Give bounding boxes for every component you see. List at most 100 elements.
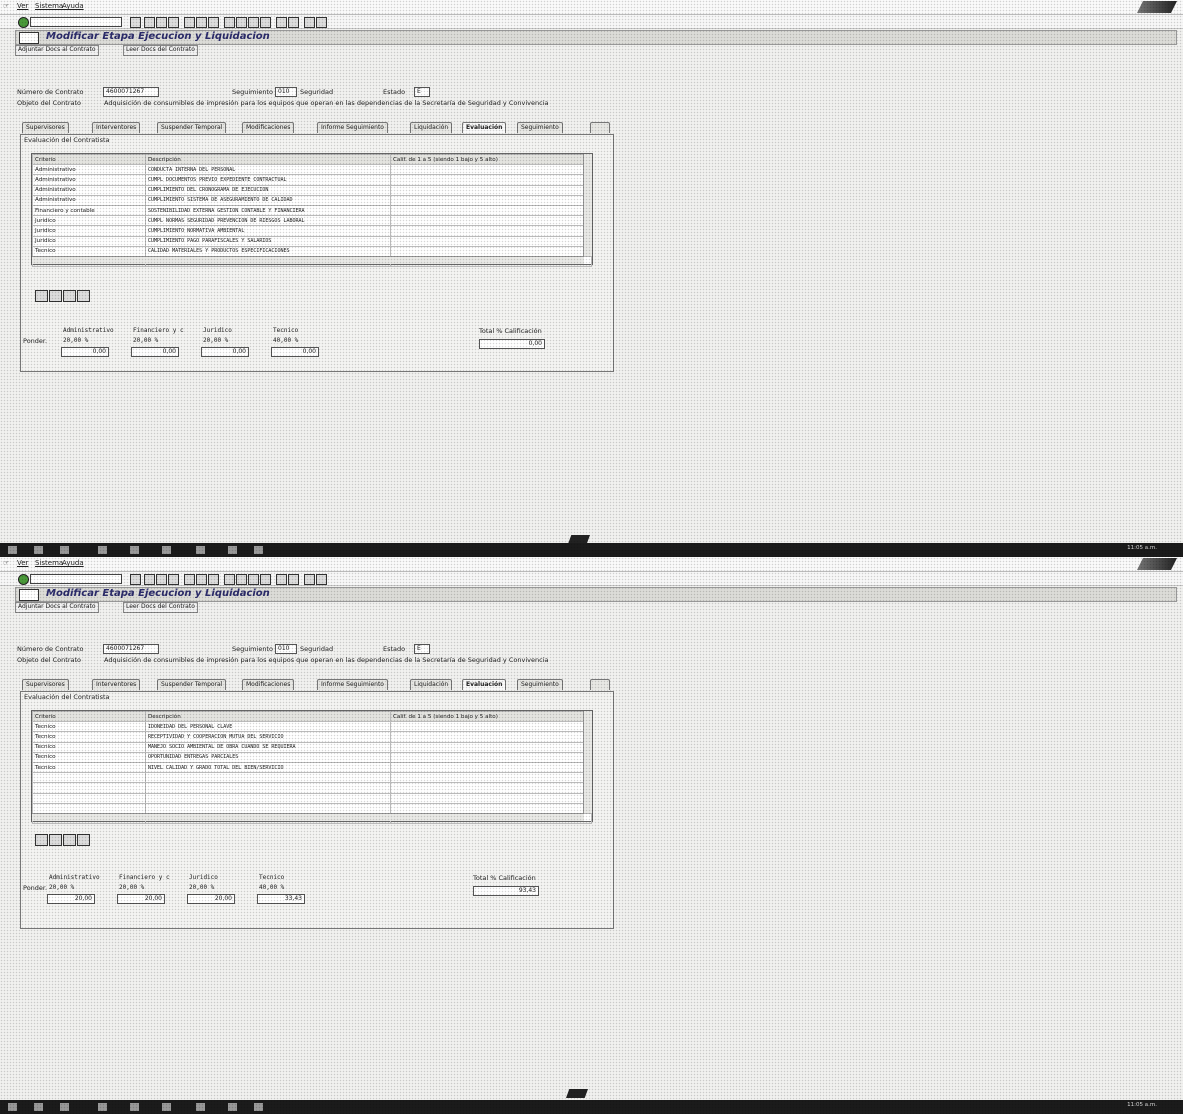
read-docs-button[interactable]: Leer Docs del Contrato (123, 45, 198, 56)
ponder-value-tecnico[interactable]: 0,00 (271, 347, 319, 357)
tab-suspender-temporal[interactable]: Suspender Temporal (157, 679, 227, 690)
cell-calificacion[interactable] (390, 164, 592, 176)
table-row[interactable]: Administrativo CUMPLIMIENTO SISTEMA DE AS… (32, 194, 592, 206)
cancel-icon[interactable] (168, 574, 179, 585)
sap-menu-icon[interactable]: ☞ (3, 2, 9, 10)
table-horizontal-scrollbar[interactable] (32, 256, 584, 264)
table-row[interactable]: Tecnico NIVEL CALIDAD Y GRADO TOTAL DEL B… (32, 761, 592, 774)
prev-page-icon[interactable] (236, 574, 247, 585)
find-icon[interactable] (196, 17, 207, 28)
deselect-all-icon[interactable] (49, 834, 62, 846)
table-row[interactable]: Tecnico RECEPTIVIDAD Y COOPERACION MUTUA … (32, 731, 592, 743)
tab-liquidacion[interactable]: Liquidación (410, 679, 453, 690)
insert-row-icon[interactable] (63, 834, 76, 846)
contract-number-field[interactable]: 4600071267 (103, 644, 159, 654)
menu-sistema[interactable]: Sistema (35, 2, 63, 10)
exit-icon[interactable] (156, 574, 167, 585)
layout-icon[interactable] (316, 17, 327, 28)
table-vertical-scrollbar[interactable] (583, 154, 592, 256)
menu-ayuda[interactable]: Ayuda (62, 2, 84, 10)
insert-row-icon[interactable] (63, 290, 76, 302)
column-calificacion[interactable]: Calif. de 1 a 5 (siendo 1 bajo y 5 alto) (390, 153, 592, 166)
tab-evaluacion[interactable]: Evaluación (462, 679, 507, 690)
tab-list-icon[interactable] (590, 122, 610, 133)
table-vertical-scrollbar[interactable] (583, 711, 592, 813)
table-row[interactable]: Administrativo CUMPL DOCUMENTOS PREVIO EX… (32, 174, 592, 186)
explorer-icon[interactable] (98, 546, 107, 554)
search-icon[interactable] (34, 1103, 43, 1111)
column-criterio[interactable]: Criterio (32, 710, 146, 723)
task-view-icon[interactable] (60, 1103, 69, 1111)
last-page-icon[interactable] (260, 574, 271, 585)
back-icon[interactable] (144, 574, 155, 585)
status-field[interactable]: E (414, 644, 430, 654)
menu-icon[interactable] (19, 32, 39, 44)
ponder-value-juridico[interactable]: 20,00 (187, 894, 235, 904)
tab-supervisores[interactable]: Supervisores (22, 122, 69, 133)
prev-page-icon[interactable] (236, 17, 247, 28)
task-view-icon[interactable] (60, 546, 69, 554)
table-row[interactable]: Administrativo CUMPLIMIENTO DEL CRONOGRAM… (32, 184, 592, 196)
table-row[interactable]: Juridico CUMPLIMIENTO PAGO PARAFISCALES Y… (32, 235, 592, 247)
search-icon[interactable] (34, 546, 43, 554)
sap-menu-icon[interactable]: ☞ (3, 559, 9, 567)
table-row[interactable]: Tecnico CALIDAD MATERIALES Y PRODUCTOS ES… (32, 245, 592, 257)
ponder-value-administrativo[interactable]: 0,00 (61, 347, 109, 357)
cell-calificacion[interactable] (390, 204, 592, 217)
column-descripcion[interactable]: Descripción (145, 153, 391, 166)
tab-supervisores[interactable]: Supervisores (22, 679, 69, 690)
read-docs-button[interactable]: Leer Docs del Contrato (123, 602, 198, 613)
save-icon[interactable] (130, 574, 141, 585)
enter-icon[interactable] (18, 17, 29, 28)
deselect-all-icon[interactable] (49, 290, 62, 302)
tab-informe-seguimiento[interactable]: Informe Seguimiento (317, 679, 388, 690)
enter-icon[interactable] (18, 574, 29, 585)
cell-calificacion[interactable] (390, 184, 592, 196)
tab-interventores[interactable]: Interventores (92, 679, 141, 690)
tab-modificaciones[interactable]: Modificaciones (242, 679, 295, 690)
outlook-icon[interactable] (162, 1103, 171, 1111)
menu-ver[interactable]: Ver (17, 2, 28, 10)
browser-icon[interactable] (130, 546, 139, 554)
browser-icon[interactable] (130, 1103, 139, 1111)
save-icon[interactable] (130, 17, 141, 28)
column-criterio[interactable]: Criterio (32, 153, 146, 166)
cell-calificacion[interactable] (390, 721, 592, 733)
menu-ver[interactable]: Ver (17, 559, 28, 567)
column-calificacion[interactable]: Calif. de 1 a 5 (siendo 1 bajo y 5 alto) (390, 710, 592, 723)
tab-seguimiento[interactable]: Seguimiento (517, 679, 563, 690)
new-session-icon[interactable] (276, 17, 287, 28)
help-icon[interactable] (304, 17, 315, 28)
menu-ayuda[interactable]: Ayuda (62, 559, 84, 567)
find-icon[interactable] (196, 574, 207, 585)
find-next-icon[interactable] (208, 17, 219, 28)
sap-gui-icon[interactable] (254, 546, 263, 554)
find-next-icon[interactable] (208, 574, 219, 585)
start-icon[interactable] (8, 546, 17, 554)
outlook-icon[interactable] (162, 546, 171, 554)
last-page-icon[interactable] (260, 17, 271, 28)
excel-icon[interactable] (196, 546, 205, 554)
print-icon[interactable] (184, 17, 195, 28)
cell-calificacion[interactable] (390, 741, 592, 753)
layout-icon[interactable] (316, 574, 327, 585)
tab-seguimiento[interactable]: Seguimiento (517, 122, 563, 133)
menu-sistema[interactable]: Sistema (35, 559, 63, 567)
cancel-icon[interactable] (168, 17, 179, 28)
cell-calificacion[interactable] (390, 174, 592, 186)
next-page-icon[interactable] (248, 574, 259, 585)
sap-logon-icon[interactable] (228, 1103, 237, 1111)
table-row[interactable]: Tecnico OPORTUNIDAD ENTREGAS PARCIALES (32, 751, 592, 763)
start-icon[interactable] (8, 1103, 17, 1111)
ponder-value-financiero[interactable]: 20,00 (117, 894, 165, 904)
sap-logon-icon[interactable] (228, 546, 237, 554)
sap-gui-icon[interactable] (254, 1103, 263, 1111)
tab-suspender-temporal[interactable]: Suspender Temporal (157, 122, 227, 133)
command-field[interactable] (30, 574, 122, 584)
column-descripcion[interactable]: Descripción (145, 710, 391, 723)
help-icon[interactable] (304, 574, 315, 585)
new-session-icon[interactable] (276, 574, 287, 585)
cell-calificacion[interactable] (390, 215, 592, 227)
delete-row-icon[interactable] (77, 834, 90, 846)
table-row[interactable]: Juridico CUMPL NORMAS SEGURIDAD PREVENCIO… (32, 215, 592, 227)
